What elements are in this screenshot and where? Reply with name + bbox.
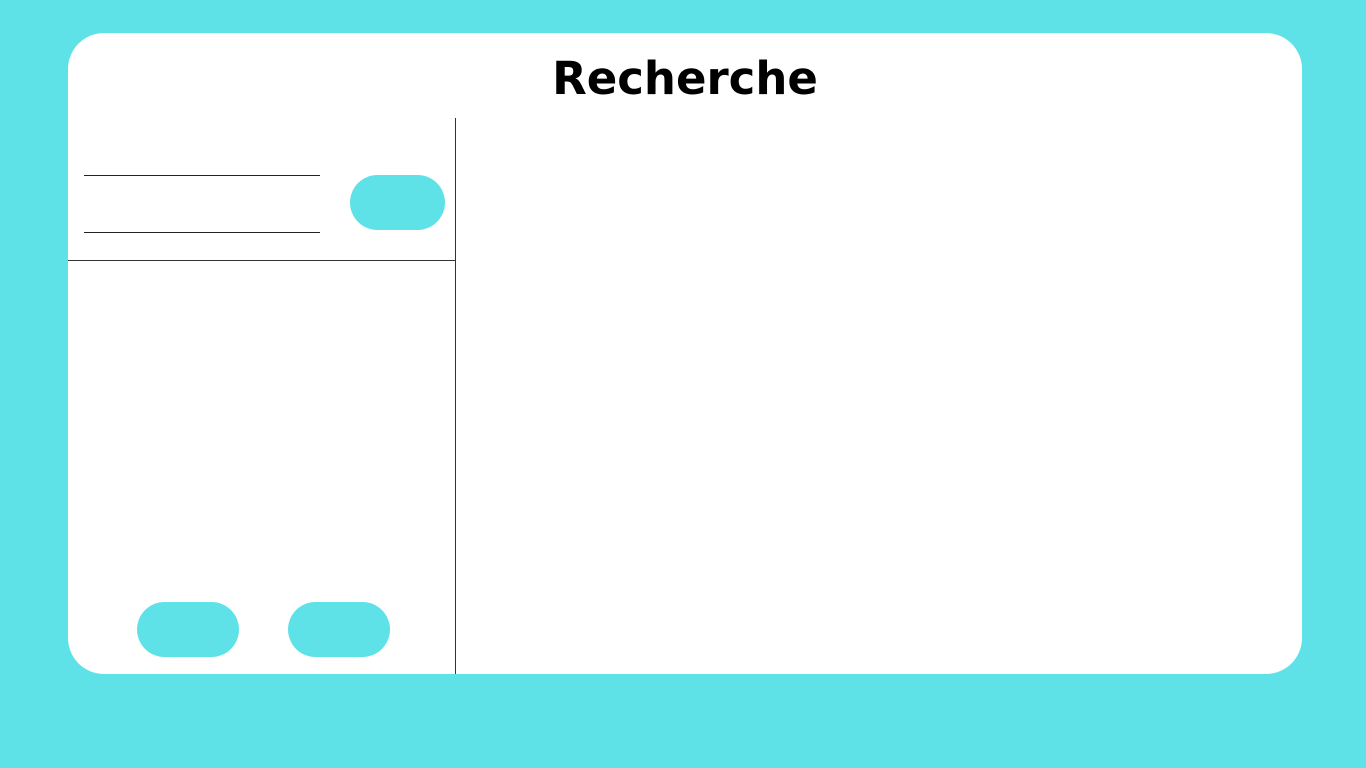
page-title: Recherche <box>552 52 818 105</box>
previous-button[interactable] <box>137 602 239 657</box>
next-button[interactable] <box>288 602 390 657</box>
results-list <box>68 261 455 591</box>
search-button[interactable] <box>350 175 445 230</box>
main-card: Recherche <box>68 33 1302 674</box>
detail-pane <box>456 118 1302 674</box>
search-field-1[interactable] <box>84 151 320 176</box>
search-field-2[interactable] <box>84 208 320 233</box>
